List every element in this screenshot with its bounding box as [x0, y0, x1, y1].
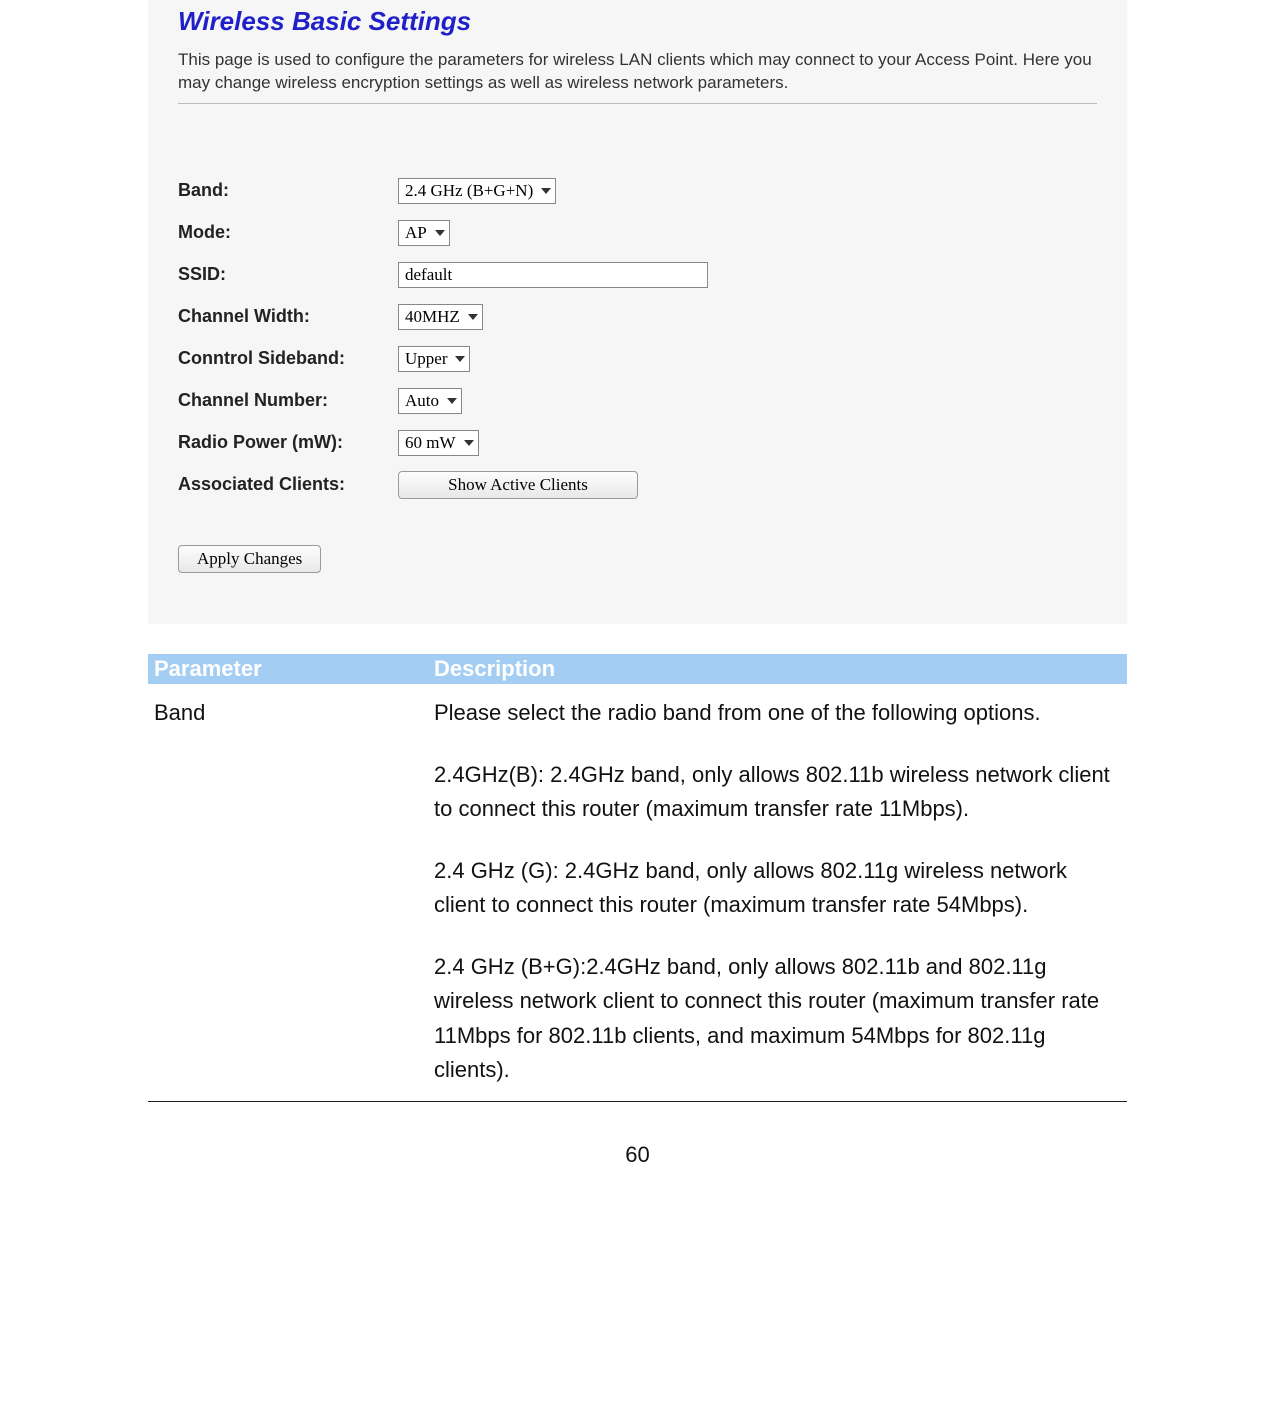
- mode-select[interactable]: AP: [398, 220, 450, 246]
- parameter-table: Parameter Description Band Please select…: [148, 654, 1127, 1102]
- channel-number-label: Channel Number:: [178, 390, 398, 411]
- channel-width-select-value: 40MHZ: [405, 307, 460, 327]
- band-label: Band:: [178, 180, 398, 201]
- parameter-table-row: Band Please select the radio band from o…: [148, 684, 1127, 1097]
- channel-width-label: Channel Width:: [178, 306, 398, 327]
- panel-title: Wireless Basic Settings: [178, 0, 1097, 49]
- header-parameter: Parameter: [154, 656, 434, 682]
- ssid-label: SSID:: [178, 264, 398, 285]
- page-number: 60: [148, 1142, 1127, 1168]
- chevron-down-icon: [468, 314, 478, 320]
- band-select[interactable]: 2.4 GHz (B+G+N): [398, 178, 556, 204]
- param-description: Please select the radio band from one of…: [434, 696, 1121, 1087]
- desc-paragraph: 2.4GHz(B): 2.4GHz band, only allows 802.…: [434, 758, 1121, 826]
- parameter-table-header: Parameter Description: [148, 654, 1127, 684]
- desc-paragraph: 2.4 GHz (B+G):2.4GHz band, only allows 8…: [434, 950, 1121, 1086]
- chevron-down-icon: [541, 188, 551, 194]
- channel-number-select-value: Auto: [405, 391, 439, 411]
- divider: [178, 103, 1097, 104]
- param-name: Band: [154, 696, 434, 1087]
- desc-paragraph: 2.4 GHz (G): 2.4GHz band, only allows 80…: [434, 854, 1121, 922]
- router-settings-panel: Wireless Basic Settings This page is use…: [148, 0, 1127, 624]
- mode-select-value: AP: [405, 223, 427, 243]
- chevron-down-icon: [464, 440, 474, 446]
- channel-width-select[interactable]: 40MHZ: [398, 304, 483, 330]
- chevron-down-icon: [455, 356, 465, 362]
- control-sideband-select[interactable]: Upper: [398, 346, 470, 372]
- chevron-down-icon: [447, 398, 457, 404]
- control-sideband-label: Conntrol Sideband:: [178, 348, 398, 369]
- mode-label: Mode:: [178, 222, 398, 243]
- control-sideband-select-value: Upper: [405, 349, 447, 369]
- channel-number-select[interactable]: Auto: [398, 388, 462, 414]
- show-active-clients-button[interactable]: Show Active Clients: [398, 471, 638, 499]
- band-select-value: 2.4 GHz (B+G+N): [405, 181, 533, 201]
- apply-changes-button[interactable]: Apply Changes: [178, 545, 321, 573]
- table-divider: [148, 1101, 1127, 1102]
- ssid-input[interactable]: [398, 262, 708, 288]
- associated-clients-label: Associated Clients:: [178, 474, 398, 495]
- panel-description: This page is used to configure the param…: [178, 49, 1097, 103]
- header-description: Description: [434, 656, 1121, 682]
- radio-power-select-value: 60 mW: [405, 433, 456, 453]
- chevron-down-icon: [435, 230, 445, 236]
- desc-paragraph: Please select the radio band from one of…: [434, 696, 1121, 730]
- radio-power-select[interactable]: 60 mW: [398, 430, 479, 456]
- radio-power-label: Radio Power (mW):: [178, 432, 398, 453]
